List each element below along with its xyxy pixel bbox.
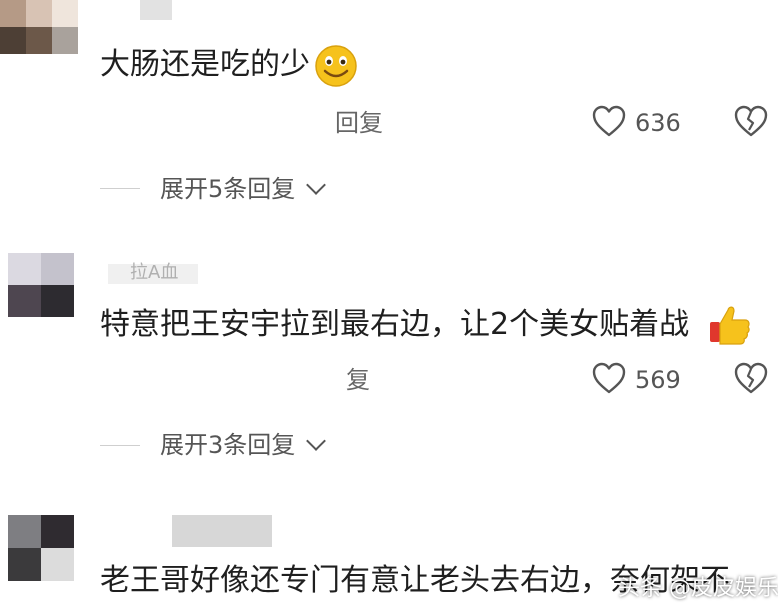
like-count: 636 [635,109,681,137]
expand-replies-button[interactable]: 展开5条回复 [160,175,326,201]
dislike-broken-heart-icon[interactable] [733,104,769,138]
comment-text: 大肠还是吃的少 [100,47,310,82]
dislike-broken-heart-icon[interactable] [733,361,769,395]
heart-icon[interactable] [591,104,627,138]
smile-emoji-icon [315,45,357,87]
divider [100,188,140,189]
username-partial: 拉A血 [130,262,179,283]
heart-icon[interactable] [591,361,627,395]
divider [100,445,140,446]
reply-button[interactable]: 复 [346,368,370,392]
username-blur[interactable] [140,0,172,20]
comment-text: 特意把王安宇拉到最右边，让2个美女贴着战 [100,307,690,342]
watermark: 头条 @皮皮娱乐 [618,576,778,601]
chevron-down-icon [306,175,326,195]
avatar[interactable] [0,0,78,54]
thumbs-up-emoji-icon [710,306,750,345]
reply-button[interactable]: 回复 [335,111,383,135]
expand-replies-button[interactable]: 展开3条回复 [160,431,326,457]
avatar[interactable] [8,253,74,317]
username-blur[interactable] [172,515,272,547]
like-count: 569 [635,366,681,394]
avatar[interactable] [8,515,74,581]
chevron-down-icon [306,431,326,451]
